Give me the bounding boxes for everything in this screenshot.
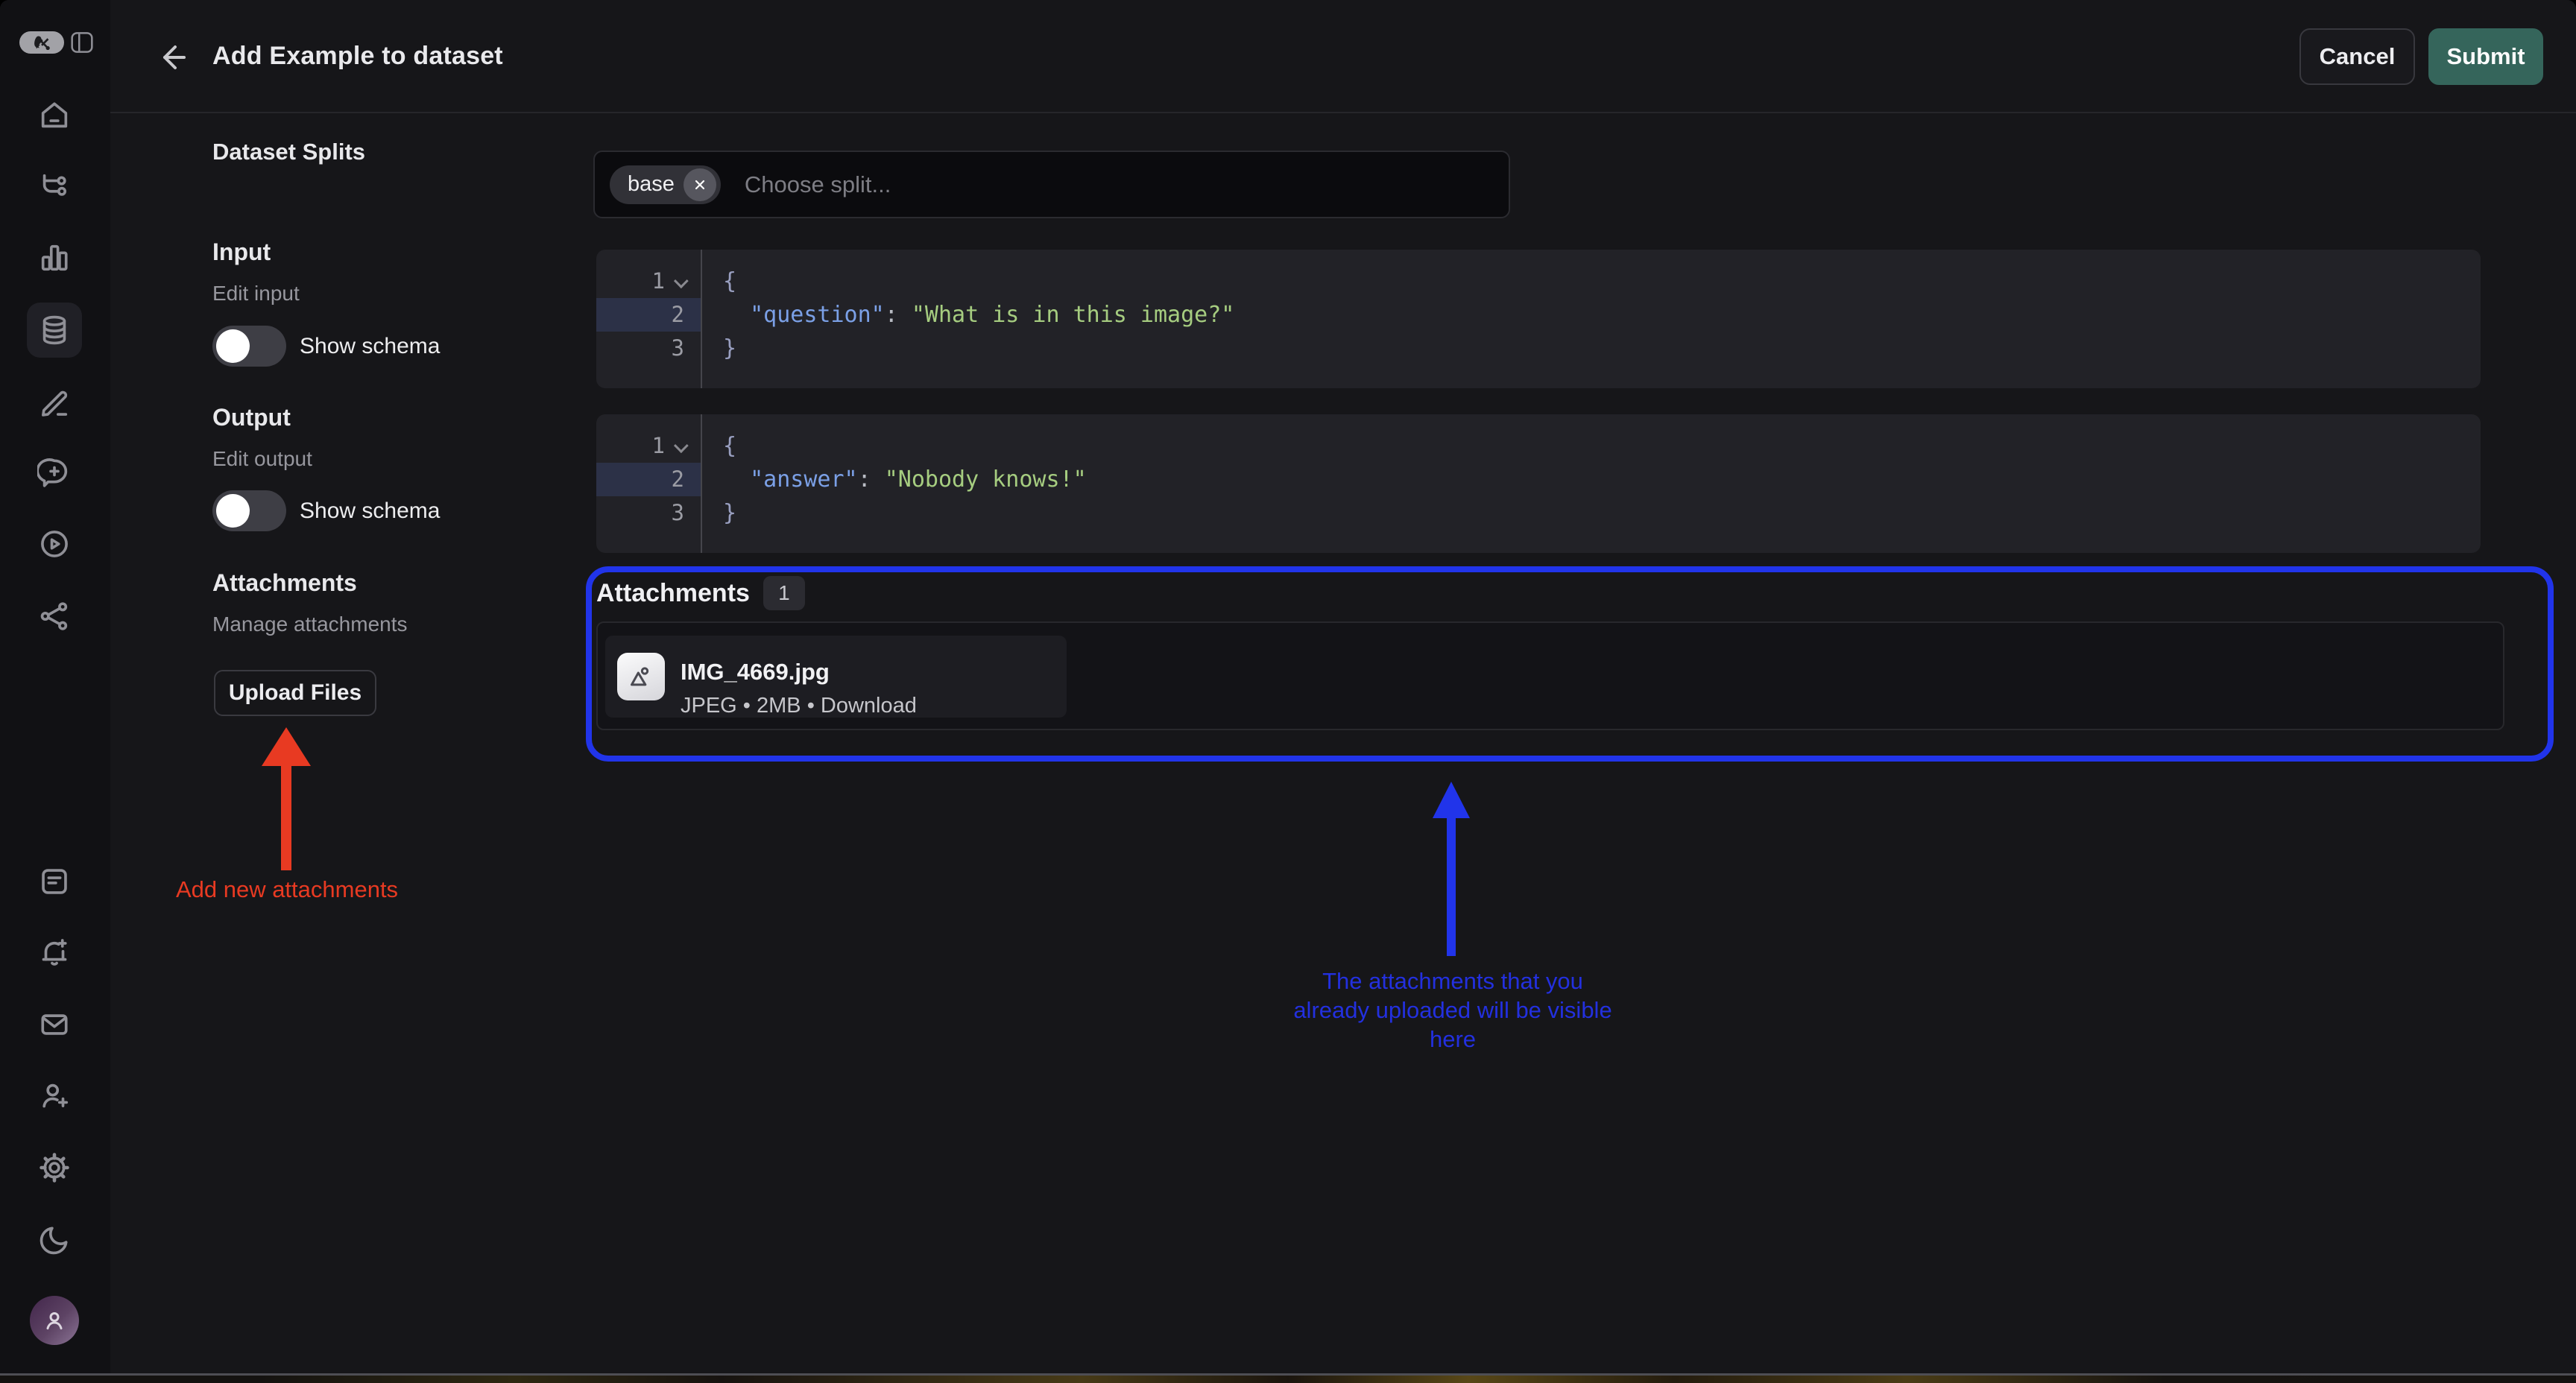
upload-files-button[interactable]: Upload Files	[214, 670, 376, 716]
split-chip-label: base	[628, 172, 675, 197]
input-editor-code[interactable]: { "question": "What is in this image?"}	[702, 250, 2481, 388]
sidebar-item-inbox[interactable]	[37, 1007, 72, 1042]
notes-icon	[37, 864, 72, 899]
sidebar-item-theme[interactable]	[37, 1223, 72, 1257]
sidebar-toggle-icon[interactable]	[70, 31, 94, 54]
output-show-schema-label: Show schema	[300, 499, 440, 524]
app-window: Add Example to dataset Cancel Submit Dat…	[0, 0, 2576, 1383]
home-icon	[37, 98, 72, 133]
user-avatar[interactable]	[30, 1296, 79, 1345]
attachments-count-badge: 1	[763, 576, 805, 610]
line-number: 3	[596, 332, 701, 365]
mail-icon	[37, 1007, 72, 1042]
moon-icon	[37, 1223, 72, 1257]
split-chip-base: base	[610, 165, 721, 204]
sidebar-item-playground[interactable]	[37, 527, 72, 561]
chat-add-icon	[37, 455, 72, 490]
attachments-section-sublabel: Manage attachments	[212, 613, 408, 636]
main-content: Add Example to dataset Cancel Submit Dat…	[110, 0, 2576, 1377]
user-plus-icon	[37, 1078, 72, 1113]
attachments-section-label: Attachments	[212, 569, 357, 597]
output-editor-code[interactable]: { "answer": "Nobody knows!"}	[702, 414, 2481, 553]
database-icon	[37, 313, 72, 347]
cancel-button[interactable]: Cancel	[2299, 28, 2415, 85]
output-section-sublabel: Edit output	[212, 447, 312, 471]
pencil-icon	[37, 384, 72, 418]
line-number: 3	[596, 496, 701, 530]
annotation-red-text: Add new attachments	[168, 876, 406, 903]
sidebar-item-datasets[interactable]	[37, 313, 72, 347]
langsmith-logo[interactable]	[19, 31, 64, 54]
code-line: "question": "What is in this image?"	[723, 298, 2481, 332]
attachment-file-name: IMG_4669.jpg	[681, 659, 830, 686]
output-code-editor[interactable]: 123 { "answer": "Nobody knows!"}	[596, 414, 2481, 553]
parrot-icon	[33, 35, 51, 50]
fold-chevron-icon[interactable]	[674, 273, 689, 288]
gear-icon	[37, 1151, 72, 1185]
blue-arrow-up	[1433, 782, 1470, 956]
sidebar-item-graph[interactable]	[37, 599, 72, 633]
fold-chevron-icon[interactable]	[674, 438, 689, 453]
sidebar-item-invite[interactable]	[37, 1078, 72, 1113]
code-line: }	[723, 332, 2481, 365]
code-line: }	[723, 496, 2481, 530]
bell-plus-icon	[37, 935, 72, 969]
code-line: {	[723, 429, 2481, 463]
sidebar-item-home[interactable]	[37, 98, 72, 133]
page-title: Add Example to dataset	[212, 42, 503, 71]
sidebar-item-monitoring[interactable]	[37, 241, 72, 275]
code-line: "answer": "Nobody knows!"	[723, 463, 2481, 496]
play-circle-icon	[37, 527, 72, 561]
output-show-schema-toggle[interactable]	[212, 490, 286, 531]
input-show-schema-toggle[interactable]	[212, 326, 286, 367]
input-editor-gutter: 123	[596, 250, 702, 388]
output-editor-gutter: 123	[596, 414, 702, 553]
line-number: 1	[596, 429, 701, 463]
sidebar-item-docs[interactable]	[37, 864, 72, 899]
sidebar-item-feedback[interactable]	[37, 455, 72, 490]
submit-button[interactable]: Submit	[2428, 28, 2543, 85]
output-section-label: Output	[212, 404, 291, 431]
red-arrow-up	[262, 727, 311, 870]
page-header: Add Example to dataset Cancel Submit	[110, 0, 2576, 113]
attachments-panel-title: Attachments	[596, 579, 750, 608]
bottom-desktop-strip	[0, 1373, 2576, 1383]
sidebar-item-settings[interactable]	[37, 1151, 72, 1185]
graph-nodes-icon	[37, 599, 72, 633]
sidebar-item-alerts[interactable]	[37, 935, 72, 969]
input-section-label: Input	[212, 238, 271, 266]
line-number: 2	[596, 298, 701, 332]
back-arrow-icon[interactable]	[157, 39, 192, 75]
toggle-knob	[216, 494, 250, 528]
attachments-panel-heading: Attachments 1	[596, 576, 805, 610]
split-select-input[interactable]: base Choose split...	[593, 151, 1510, 218]
dataset-splits-label: Dataset Splits	[212, 139, 365, 165]
toggle-knob	[216, 329, 250, 363]
bar-chart-icon	[37, 241, 72, 275]
line-number: 1	[596, 265, 701, 298]
input-show-schema-label: Show schema	[300, 334, 440, 359]
input-section-sublabel: Edit input	[212, 282, 300, 306]
attachment-file-meta[interactable]: JPEG • 2MB • Download	[681, 694, 917, 718]
sidebar	[0, 0, 112, 1377]
code-line: {	[723, 265, 2481, 298]
annotation-blue-text: The attachments that you already uploade…	[1244, 966, 1661, 1054]
remove-split-button[interactable]	[684, 168, 716, 201]
person-icon	[40, 1306, 69, 1335]
sidebar-item-annotation[interactable]	[37, 384, 72, 418]
split-placeholder: Choose split...	[745, 171, 891, 198]
photo-icon	[626, 662, 656, 692]
close-icon	[692, 177, 707, 192]
line-number: 2	[596, 463, 701, 496]
trace-tree-icon	[37, 170, 72, 204]
input-code-editor[interactable]: 123 { "question": "What is in this image…	[596, 250, 2481, 388]
sidebar-item-traces[interactable]	[37, 170, 72, 204]
image-file-icon	[617, 653, 665, 700]
